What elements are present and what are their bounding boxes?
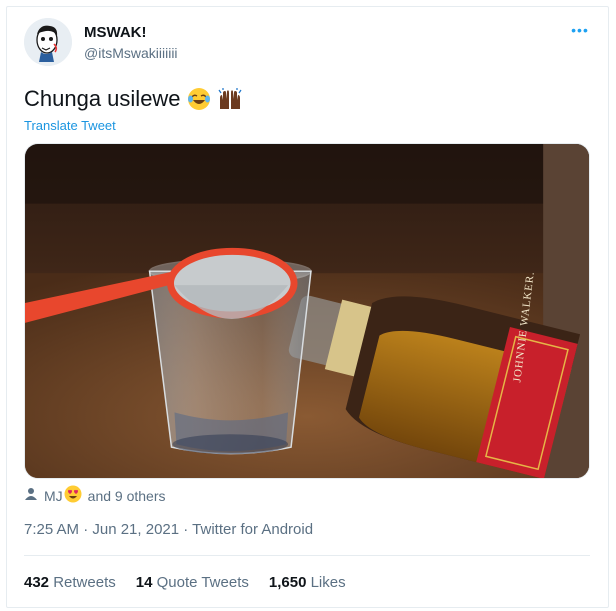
liked-by-row[interactable]: MJ and 9 others [24,485,166,506]
tweet-text-row: Chunga usilewe [24,86,242,112]
likes-label: Likes [310,574,346,591]
user-handle[interactable]: @itsMswakiiiiiii [84,45,178,61]
quote-tweets-stat[interactable]: 14 Quote Tweets [136,574,249,591]
tweet-photo[interactable]: JOHNNIE WALKER. [24,143,590,479]
tweet-timestamp[interactable]: 7:25 AM · Jun 21, 2021 · Twitter for And… [24,521,313,538]
retweets-label: Retweets [53,574,116,591]
tweet-text: Chunga usilewe [24,86,181,111]
raising-hands-icon [217,87,242,111]
likes-stat[interactable]: 1,650 Likes [269,574,346,591]
translate-tweet-link[interactable]: Translate Tweet [24,118,116,133]
quote-tweets-label: Quote Tweets [156,574,249,591]
other-likers[interactable]: and 9 others [88,488,166,504]
heart-eyes-icon [64,485,82,506]
retweets-stat[interactable]: 432 Retweets [24,574,116,591]
quote-tweets-count: 14 [135,574,153,591]
liker-name[interactable]: MJ [44,488,63,504]
more-options-icon[interactable]: ••• [570,22,590,38]
display-name[interactable]: MSWAK! [84,24,147,41]
face-with-tears-of-joy-icon [187,87,211,111]
likes-count: 1,650 [268,574,307,591]
avatar[interactable] [24,18,72,66]
tweet-stats: 432 Retweets 14 Quote Tweets 1,650 Likes [24,574,346,591]
retweets-count: 432 [24,574,50,591]
user-icon [24,487,38,504]
divider [24,555,590,556]
